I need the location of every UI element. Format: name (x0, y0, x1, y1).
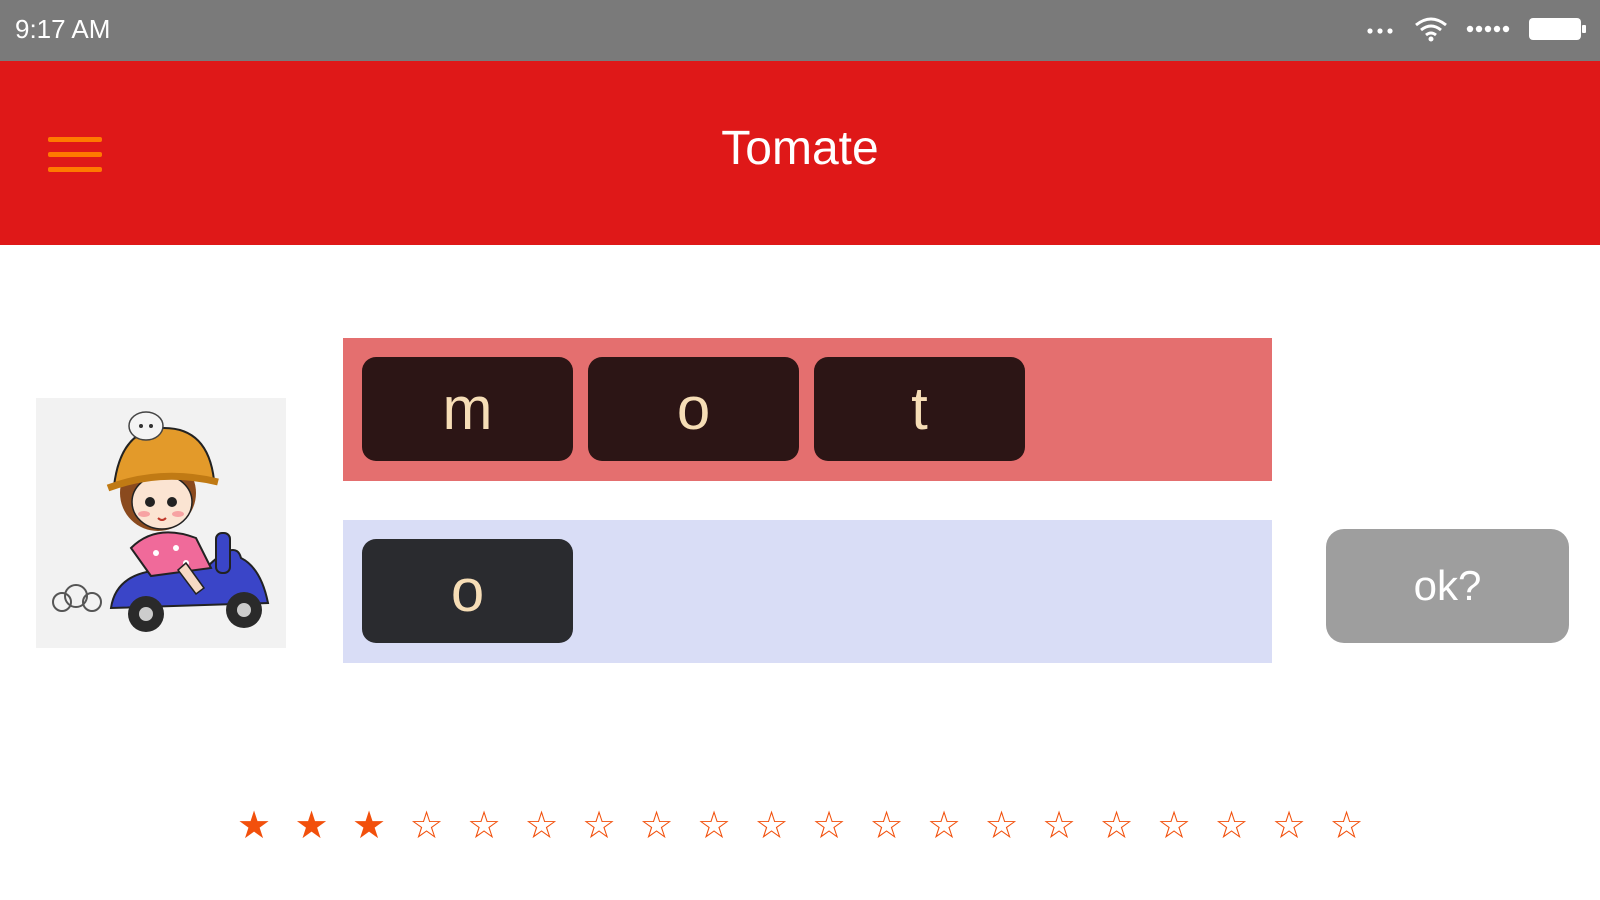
answer-letter-tile[interactable]: o (588, 357, 799, 461)
star-empty-icon: ☆ (1329, 803, 1364, 847)
battery-icon (1529, 18, 1586, 40)
star-empty-icon: ☆ (1156, 803, 1192, 847)
star-empty-icon: ☆ (984, 803, 1019, 847)
status-icons (1366, 16, 1588, 42)
status-time: 9:17 AM (15, 14, 111, 44)
page-title: Tomate (721, 122, 879, 175)
star-empty-icon: ☆ (869, 803, 904, 847)
star-filled-icon: ★ (294, 803, 329, 847)
star-empty-icon: ☆ (409, 803, 444, 847)
star-empty-icon: ☆ (1041, 803, 1077, 847)
answer-row: m o t (343, 338, 1272, 481)
more-dots-icon (1367, 28, 1393, 34)
star-filled-icon: ★ (351, 803, 387, 847)
wifi-icon (1415, 17, 1447, 42)
star-empty-icon: ☆ (581, 803, 617, 847)
status-bar: 9:17 AM (0, 0, 1600, 61)
star-empty-icon: ☆ (524, 803, 559, 847)
star-empty-icon: ☆ (466, 803, 502, 847)
star-empty-icon: ☆ (1271, 803, 1307, 847)
star-empty-icon: ☆ (926, 803, 962, 847)
star-empty-icon: ☆ (1099, 803, 1134, 847)
pool-letter-tile[interactable]: o (362, 539, 573, 643)
girl-on-scooter-illustration (36, 398, 286, 648)
signal-icon (1466, 25, 1510, 33)
star-empty-icon: ☆ (639, 803, 674, 847)
star-empty-icon: ☆ (696, 803, 732, 847)
answer-letter-tile[interactable]: m (362, 357, 573, 461)
star-empty-icon: ☆ (1214, 803, 1249, 847)
answer-letter-tile[interactable]: t (814, 357, 1025, 461)
letter-pool-row: o (343, 520, 1272, 663)
ok-button[interactable]: ok? (1326, 529, 1569, 643)
star-filled-icon: ★ (236, 803, 272, 847)
star-empty-icon: ☆ (754, 803, 789, 847)
star-empty-icon: ☆ (811, 803, 847, 847)
app-bar: Tomate (0, 61, 1600, 245)
